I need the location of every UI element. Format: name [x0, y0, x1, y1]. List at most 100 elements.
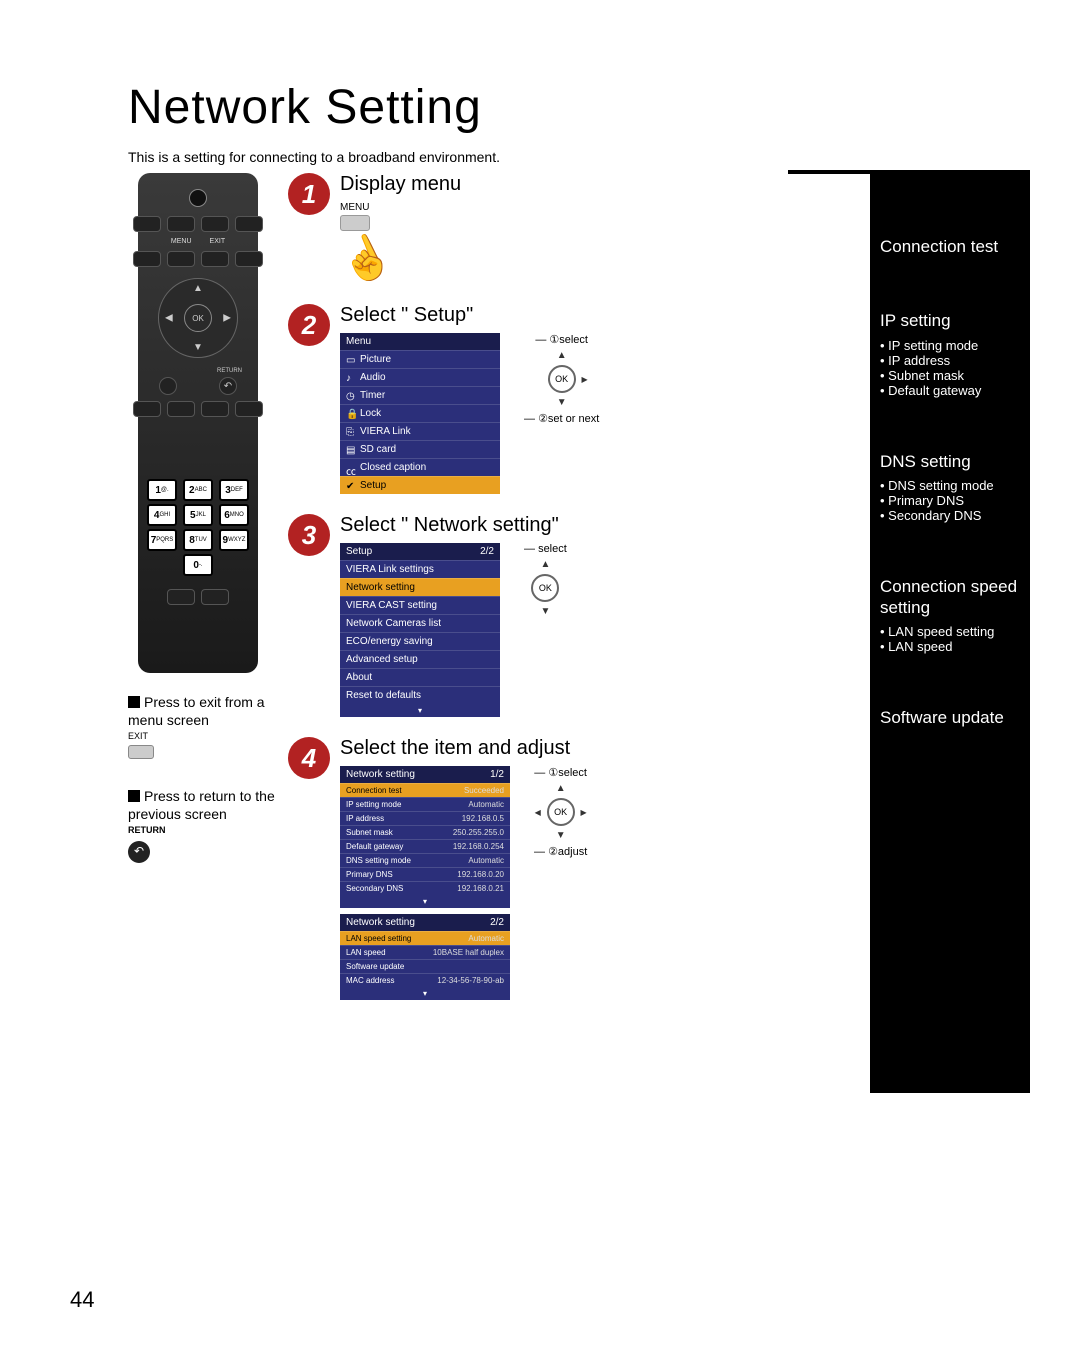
numkey-7[interactable]: 7PQRS — [147, 529, 177, 551]
menu-lbl: MENU — [340, 202, 676, 213]
page-dots: ▾ — [340, 895, 510, 908]
numkey-3[interactable]: 3DEF — [219, 479, 249, 501]
remote-button[interactable] — [201, 589, 229, 605]
numkey-2[interactable]: 2ABC — [183, 479, 213, 501]
step1-title: Display menu — [340, 173, 676, 196]
numkey-0[interactable]: 0-. — [183, 554, 213, 576]
row-k[interactable]: MAC address — [346, 976, 394, 985]
row-k[interactable]: LAN speed setting — [346, 934, 411, 943]
numkey-5[interactable]: 5JKL — [183, 504, 213, 526]
menu-item[interactable]: Audio — [360, 372, 386, 383]
network-panel-2: Network setting2/2 LAN speed settingAuto… — [340, 914, 510, 1000]
menu-item[interactable]: VIERA Link — [360, 426, 411, 437]
color-button[interactable] — [167, 401, 195, 417]
up-arrow-icon: ▲ — [557, 350, 567, 361]
return-button[interactable]: ↶ — [219, 377, 237, 395]
row-k[interactable]: Software update — [346, 962, 404, 971]
color-button[interactable] — [133, 401, 161, 417]
step-badge-2: 2 — [288, 304, 330, 346]
menu-item[interactable]: Timer — [360, 390, 385, 401]
row-v: 192.168.0.254 — [453, 842, 504, 851]
lock-icon: 🔒 — [346, 409, 356, 419]
numkey-4[interactable]: 4GHI — [147, 504, 177, 526]
numkey-1[interactable]: 1@. — [147, 479, 177, 501]
dpad[interactable]: ▲ ▼ ◀ ▶ OK — [158, 278, 238, 358]
remote-button[interactable] — [159, 377, 177, 395]
nav-select: — ①select — [534, 766, 587, 779]
nav-select: — ①select — [535, 333, 588, 346]
panel-page: 2/2 — [490, 917, 504, 928]
remote-button[interactable] — [201, 251, 229, 267]
timer-icon: ◷ — [346, 391, 356, 401]
menu-key[interactable] — [340, 215, 370, 231]
menu-item-selected[interactable]: Setup — [360, 480, 386, 491]
row-k[interactable]: Subnet mask — [346, 828, 393, 837]
menu-item[interactable]: VIERA Link settings — [346, 564, 434, 575]
page-title: Network Setting — [128, 80, 1030, 135]
down-arrow-icon: ▼ — [540, 606, 550, 617]
panel-header: Network setting — [346, 917, 415, 928]
panel-header: Setup — [346, 546, 372, 557]
remote-button[interactable] — [133, 216, 161, 232]
row-k[interactable]: Connection test — [346, 786, 402, 795]
remote-button[interactable] — [201, 216, 229, 232]
exit-button[interactable] — [235, 251, 263, 267]
hand-icon: ☝ — [332, 226, 400, 293]
row-k[interactable]: Secondary DNS — [346, 884, 403, 893]
menu-item[interactable]: Closed caption — [360, 462, 426, 473]
sd-icon: ▤ — [346, 445, 356, 455]
remote-button[interactable] — [167, 589, 195, 605]
row-k[interactable]: LAN speed — [346, 948, 386, 957]
return-label: RETURN — [217, 368, 242, 374]
sidebar-h-connection-test: Connection test — [880, 237, 1020, 257]
numkey-8[interactable]: 8TUV — [183, 529, 213, 551]
power-button[interactable] — [189, 189, 207, 207]
ok-ring[interactable]: OK — [531, 574, 559, 602]
menu-item[interactable]: Advanced setup — [346, 654, 418, 665]
menu-item[interactable]: Lock — [360, 408, 381, 419]
menu-item[interactable]: ECO/energy saving — [346, 636, 433, 647]
row-v: 192.168.0.21 — [457, 884, 504, 893]
return-icon[interactable]: ↶ — [128, 841, 150, 863]
page-dots: ▾ — [340, 987, 510, 1000]
menu-item-selected[interactable]: Network setting — [346, 582, 415, 593]
row-k[interactable]: IP address — [346, 814, 384, 823]
menu-item[interactable]: Network Cameras list — [346, 618, 441, 629]
ok-ring[interactable]: OK▶ — [548, 365, 576, 393]
bullet-icon — [128, 696, 140, 708]
sidebar-item: IP address — [880, 353, 1020, 368]
row-v: Automatic — [468, 800, 504, 809]
ok-ring[interactable]: OK◀▶ — [547, 798, 575, 826]
row-k[interactable]: Primary DNS — [346, 870, 393, 879]
sidebar-h-ip: IP setting — [880, 311, 1020, 331]
color-button[interactable] — [201, 401, 229, 417]
row-k[interactable]: Default gateway — [346, 842, 403, 851]
menu-item[interactable]: SD card — [360, 444, 396, 455]
ok-button[interactable]: OK — [184, 304, 212, 332]
menu-button[interactable] — [133, 251, 161, 267]
sidebar-h-dns: DNS setting — [880, 452, 1020, 472]
menu-item[interactable]: Picture — [360, 354, 391, 365]
page-dots: ▾ — [340, 704, 500, 717]
sidebar-item: LAN speed setting — [880, 624, 1020, 639]
cc-icon: ㏄ — [346, 463, 356, 473]
row-k[interactable]: IP setting mode — [346, 800, 401, 809]
numkey-6[interactable]: 6MNO — [219, 504, 249, 526]
sidebar-h-speed: Connection speed setting — [880, 577, 1020, 618]
row-v: 192.168.0.20 — [457, 870, 504, 879]
nav-adjust: — ②adjust — [534, 845, 587, 858]
menu-item[interactable]: VIERA CAST setting — [346, 600, 437, 611]
sidebar-h-software: Software update — [880, 708, 1020, 728]
color-button[interactable] — [235, 401, 263, 417]
remote-button[interactable] — [235, 216, 263, 232]
row-k[interactable]: DNS setting mode — [346, 856, 411, 865]
step2-title: Select " Setup" — [340, 304, 676, 327]
down-icon: ▼ — [193, 342, 203, 353]
numkey-9[interactable]: 9WXYZ — [219, 529, 249, 551]
remote-button[interactable] — [167, 251, 195, 267]
setup-icon: ✔ — [346, 481, 356, 491]
menu-item[interactable]: About — [346, 672, 372, 683]
exit-key[interactable] — [128, 745, 154, 759]
remote-button[interactable] — [167, 216, 195, 232]
menu-item[interactable]: Reset to defaults — [346, 690, 421, 701]
